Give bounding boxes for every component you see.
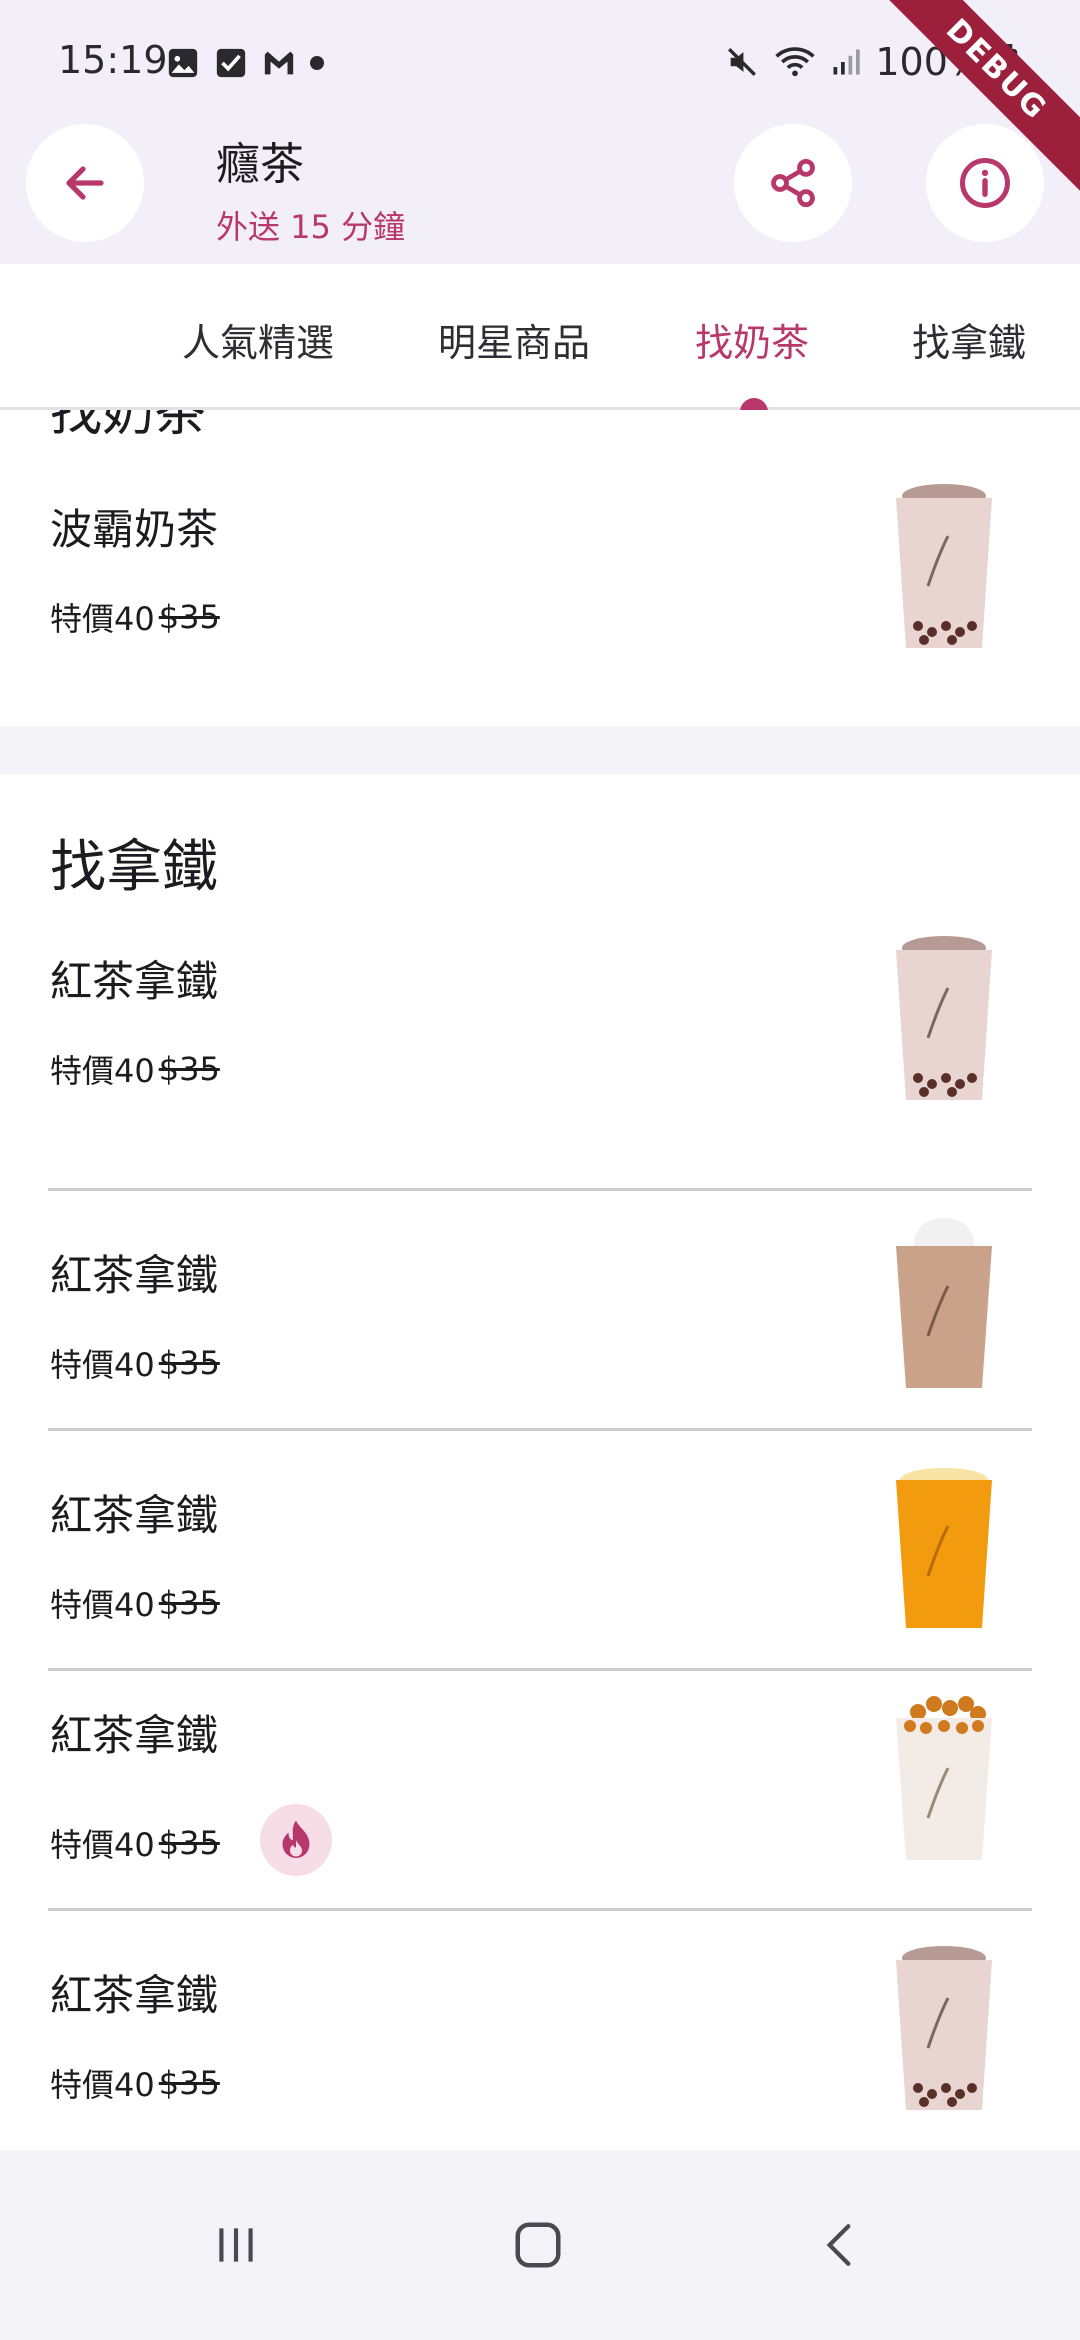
- back-button[interactable]: [26, 124, 144, 242]
- section-gap: [0, 726, 1080, 774]
- back-icon: [826, 2224, 851, 2266]
- menu-list[interactable]: 找奶茶 波霸奶茶 特價40 $35 找拿鐵 紅茶拿鐵 特價40 $35 紅茶拿鐵…: [0, 410, 1080, 2150]
- section-milk-tea: 找奶茶 波霸奶茶 特價40 $35: [0, 410, 1080, 726]
- status-notification-icons: [166, 46, 324, 80]
- original-price: $35: [158, 1584, 220, 1622]
- store-title-block: 癮茶 外送 15 分鐘: [216, 128, 405, 248]
- special-price: 特價40: [50, 600, 155, 638]
- tab-milk-tea[interactable]: 找奶茶: [695, 312, 809, 367]
- section-latte: 找拿鐵 紅茶拿鐵 特價40 $35 紅茶拿鐵 特價40 $35 紅茶拿鐵 特價4…: [0, 774, 1080, 2150]
- special-price: 特價40: [50, 1052, 155, 1090]
- menu-item[interactable]: 波霸奶茶 特價40 $35: [0, 484, 1080, 726]
- info-icon: [960, 158, 1010, 208]
- section-title: 找奶茶: [50, 410, 207, 443]
- item-name: 紅茶拿鐵: [50, 1971, 219, 2020]
- orange-tea-image: [896, 1468, 992, 1628]
- menu-item[interactable]: 紅茶拿鐵 特價40 $35: [0, 1668, 1080, 1908]
- special-price: 特價40: [50, 2066, 155, 2104]
- back-nav-button[interactable]: [740, 2150, 940, 2340]
- item-price: 特價40 $35: [50, 1820, 220, 1866]
- item-price: 特價40 $35: [50, 1340, 220, 1386]
- item-name: 紅茶拿鐵: [50, 1251, 219, 1300]
- recent-apps-button[interactable]: [136, 2150, 336, 2340]
- original-price: $35: [158, 598, 220, 636]
- bubble-milk-tea-image: [896, 936, 992, 1100]
- delivery-time: 外送 15 分鐘: [216, 208, 406, 246]
- signal-icon: [833, 49, 861, 75]
- original-price: $35: [158, 1050, 220, 1088]
- status-time: 15:19: [58, 38, 168, 82]
- special-price: 特價40: [50, 1586, 155, 1624]
- hot-badge: [260, 1804, 332, 1876]
- special-price: 特價40: [50, 1346, 155, 1384]
- info-button[interactable]: [926, 124, 1044, 242]
- menu-item[interactable]: 紅茶拿鐵 特價40 $35: [0, 1908, 1080, 2148]
- golden-bubble-latte-image: [896, 1696, 992, 1860]
- section-title: 找拿鐵: [50, 835, 218, 900]
- home-icon: [515, 2222, 561, 2268]
- item-name: 紅茶拿鐵: [50, 1491, 219, 1540]
- tab-latte[interactable]: 找拿鐵: [912, 312, 1026, 367]
- original-price: $35: [158, 2064, 220, 2102]
- tab-star-products[interactable]: 明星商品: [438, 312, 590, 367]
- category-tab-bar: 人氣精選 明星商品 找奶茶 找拿鐵: [0, 264, 1080, 412]
- item-price: 特價40 $35: [50, 594, 220, 640]
- tab-popular[interactable]: 人氣精選: [182, 312, 334, 367]
- item-name: 紅茶拿鐵: [50, 1711, 219, 1760]
- system-nav-bar: [0, 2150, 1080, 2340]
- menu-item[interactable]: 紅茶拿鐵 特價40 $35: [0, 1188, 1080, 1428]
- arrow-left-icon: [66, 166, 104, 200]
- wifi-icon: [775, 47, 816, 77]
- mute-icon: [728, 48, 757, 76]
- dot-icon: [310, 56, 324, 70]
- app-bar: 癮茶 外送 15 分鐘: [0, 120, 1080, 264]
- share-button[interactable]: [734, 124, 852, 242]
- menu-item[interactable]: 紅茶拿鐵 特價40 $35: [0, 936, 1080, 1188]
- fire-icon: [282, 1820, 310, 1858]
- menu-item[interactable]: 紅茶拿鐵 特價40 $35: [0, 1428, 1080, 1668]
- item-price: 特價40 $35: [50, 1580, 220, 1626]
- original-price: $35: [158, 1344, 220, 1382]
- special-price: 特價40: [50, 1826, 155, 1864]
- store-title: 癮茶: [216, 139, 304, 190]
- home-button[interactable]: [438, 2150, 638, 2340]
- screen: 15:19 100% DEBUG 癮茶 外送 15 分鐘 人氣精選 明星商品 找…: [0, 0, 1080, 2340]
- original-price: $35: [158, 1824, 220, 1862]
- check-box-icon: [216, 48, 246, 78]
- item-name: 紅茶拿鐵: [50, 957, 219, 1006]
- item-price: 特價40 $35: [50, 2060, 220, 2106]
- recent-apps-icon: [219, 2228, 253, 2262]
- share-icon: [771, 158, 815, 208]
- gmail-icon: [264, 51, 294, 75]
- top-area: 15:19 100% DEBUG 癮茶 外送 15 分鐘: [0, 0, 1080, 264]
- item-price: 特價40 $35: [50, 1046, 220, 1092]
- bubble-milk-tea-image: [896, 1946, 992, 2110]
- gallery-icon: [168, 48, 198, 78]
- item-name: 波霸奶茶: [50, 505, 219, 554]
- cream-milk-tea-image: [896, 1218, 992, 1388]
- bubble-milk-tea-image: [896, 484, 992, 648]
